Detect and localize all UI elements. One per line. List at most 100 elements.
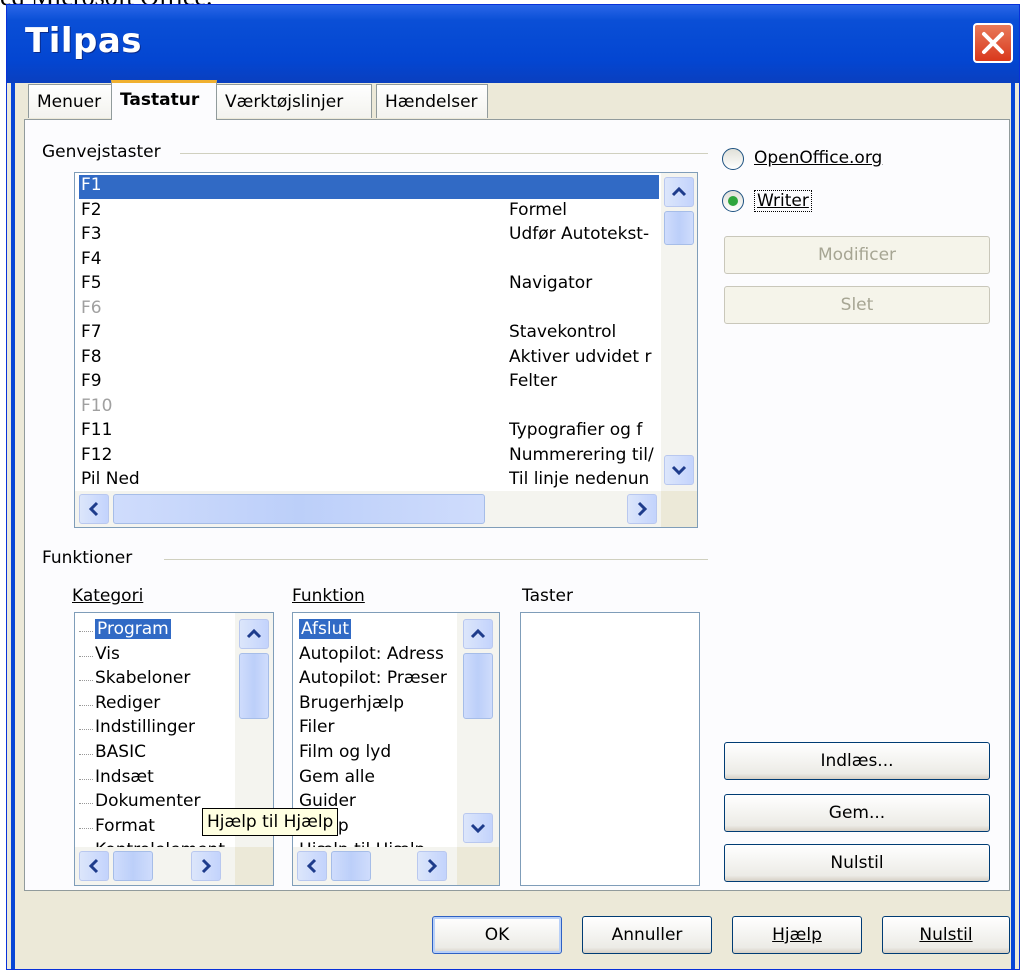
category-item[interactable]: Vis (95, 644, 120, 664)
keys-list[interactable] (520, 612, 700, 886)
shortcut-key[interactable]: F9 (81, 371, 102, 391)
scroll-thumb-horizontal[interactable] (113, 494, 485, 524)
tree-connector (79, 655, 93, 657)
category-label-text: Kategori (72, 586, 144, 606)
scroll-corner (235, 847, 273, 885)
function-item[interactable]: Afslut (299, 619, 352, 639)
function-vscrollbar[interactable] (457, 613, 499, 847)
category-item[interactable]: Indsæt (95, 767, 154, 787)
function-hscrollbar[interactable] (293, 847, 457, 885)
writer-radio[interactable] (722, 190, 744, 212)
shortcut-key[interactable]: F4 (81, 249, 102, 269)
shortcut-key[interactable]: F6 (81, 298, 102, 318)
cancel-button[interactable]: Annuller (582, 916, 712, 954)
tab-keyboard[interactable]: Tastatur (111, 80, 217, 120)
scroll-thumb[interactable] (239, 653, 269, 719)
chevron-up-icon (671, 186, 687, 197)
chevron-up-icon (246, 628, 262, 639)
shortcut-function[interactable]: Nummerering til/ (509, 445, 659, 465)
category-item[interactable]: Program (95, 619, 171, 639)
scroll-up-button[interactable] (463, 619, 493, 649)
close-button[interactable] (973, 23, 1013, 63)
category-item[interactable]: Dokumenter (95, 791, 201, 811)
shortcut-key[interactable]: F11 (81, 420, 112, 440)
function-item[interactable]: Autopilot: Præser (299, 668, 457, 688)
tree-connector (79, 827, 93, 829)
scroll-right-button[interactable] (417, 851, 447, 881)
shortcuts-vscrollbar[interactable] (661, 173, 697, 491)
save-button[interactable]: Gem... (724, 794, 990, 832)
delete-button-label: Slet (840, 295, 874, 315)
shortcut-function[interactable]: Til linje nedenun (509, 469, 659, 489)
scroll-left-button[interactable] (79, 851, 109, 881)
function-item[interactable]: Gem alle (299, 767, 457, 787)
scroll-thumb[interactable] (664, 211, 694, 245)
category-item[interactable]: Format (95, 816, 155, 836)
functions-group-label: Funktioner (42, 548, 139, 568)
shortcut-key[interactable]: F3 (81, 224, 102, 244)
footer-reset-button[interactable]: Nulstil (882, 916, 1010, 954)
category-tree[interactable]: Program Vis Skabeloner Rediger Indstillinger… (74, 612, 274, 886)
help-button[interactable]: Hjælp (732, 916, 862, 954)
function-item[interactable]: Filer (299, 717, 457, 737)
scroll-down-button[interactable] (463, 813, 493, 843)
functions-group-line (164, 559, 708, 560)
shortcut-function[interactable]: Navigator (509, 273, 659, 293)
category-hscrollbar[interactable] (75, 847, 235, 885)
shortcut-key[interactable]: F5 (81, 273, 102, 293)
tree-connector (79, 778, 93, 780)
function-list[interactable]: Afslut Autopilot: Adress Autopilot: Præser… (292, 612, 500, 886)
tab-menus[interactable]: Menuer (28, 84, 112, 118)
scroll-right-button[interactable] (627, 494, 657, 524)
scroll-up-button[interactable] (664, 177, 694, 207)
title-bar[interactable]: Tilpas (7, 5, 1019, 83)
category-item[interactable]: Indstillinger (95, 717, 195, 737)
shortcut-function[interactable]: Typografier og f (509, 420, 659, 440)
modify-button[interactable]: Modificer (724, 236, 990, 274)
tree-connector (79, 704, 93, 706)
shortcut-key[interactable]: F2 (81, 200, 102, 220)
category-item[interactable]: Skabeloner (95, 668, 190, 688)
function-item[interactable]: Brugerhjælp (299, 693, 457, 713)
scroll-thumb-horizontal[interactable] (113, 851, 153, 881)
shortcut-key[interactable]: F10 (81, 396, 112, 416)
shortcut-key[interactable]: F1 (81, 175, 102, 195)
shortcut-function[interactable]: Stavekontrol (509, 322, 659, 342)
function-item[interactable]: Film og lyd (299, 742, 457, 762)
writer-radio-label[interactable]: Writer (754, 190, 812, 212)
shortcut-function[interactable]: Udfør Autotekst- (509, 224, 659, 244)
category-item[interactable]: BASIC (95, 742, 146, 762)
tab-toolbars[interactable]: Værktøjslinjer (216, 84, 372, 118)
scroll-thumb-horizontal[interactable] (331, 851, 371, 881)
scroll-thumb[interactable] (463, 653, 493, 719)
category-item[interactable]: Rediger (95, 693, 160, 713)
ok-button[interactable]: OK (432, 916, 562, 954)
load-button[interactable]: Indlæs... (724, 742, 990, 780)
dialog-title: Tilpas (25, 21, 143, 61)
ok-button-label: OK (484, 925, 510, 945)
scroll-left-button[interactable] (297, 851, 327, 881)
shortcut-key[interactable]: F7 (81, 322, 102, 342)
shortcut-key[interactable]: Pil Ned (81, 469, 140, 489)
tooltip: Hjælp til Hjælp (202, 808, 339, 836)
shortcuts-hscrollbar[interactable] (75, 491, 661, 527)
function-item[interactable]: Autopilot: Adress (299, 644, 457, 664)
shortcut-function[interactable]: Aktiver udvidet r (509, 347, 659, 367)
shortcut-keys-list[interactable]: F1 F2 Formel F3 Udfør Autotekst- F4 F5 Navigato… (74, 172, 698, 528)
scroll-left-button[interactable] (79, 494, 109, 524)
openoffice-radio[interactable] (722, 148, 744, 170)
chevron-right-icon (201, 858, 212, 874)
tab-events[interactable]: Hændelser (376, 84, 488, 118)
shortcut-key[interactable]: F12 (81, 445, 112, 465)
scroll-right-button[interactable] (191, 851, 221, 881)
selection-highlight (79, 175, 659, 199)
shortcut-function[interactable]: Felter (509, 371, 659, 391)
reset-button[interactable]: Nulstil (724, 844, 990, 882)
scroll-down-button[interactable] (664, 455, 694, 485)
scroll-up-button[interactable] (239, 619, 269, 649)
shortcut-function[interactable]: Formel (509, 200, 659, 220)
openoffice-radio-label[interactable]: OpenOffice.org (754, 148, 882, 168)
keys-label: Taster (522, 586, 573, 606)
delete-button[interactable]: Slet (724, 286, 990, 324)
shortcut-key[interactable]: F8 (81, 347, 102, 367)
